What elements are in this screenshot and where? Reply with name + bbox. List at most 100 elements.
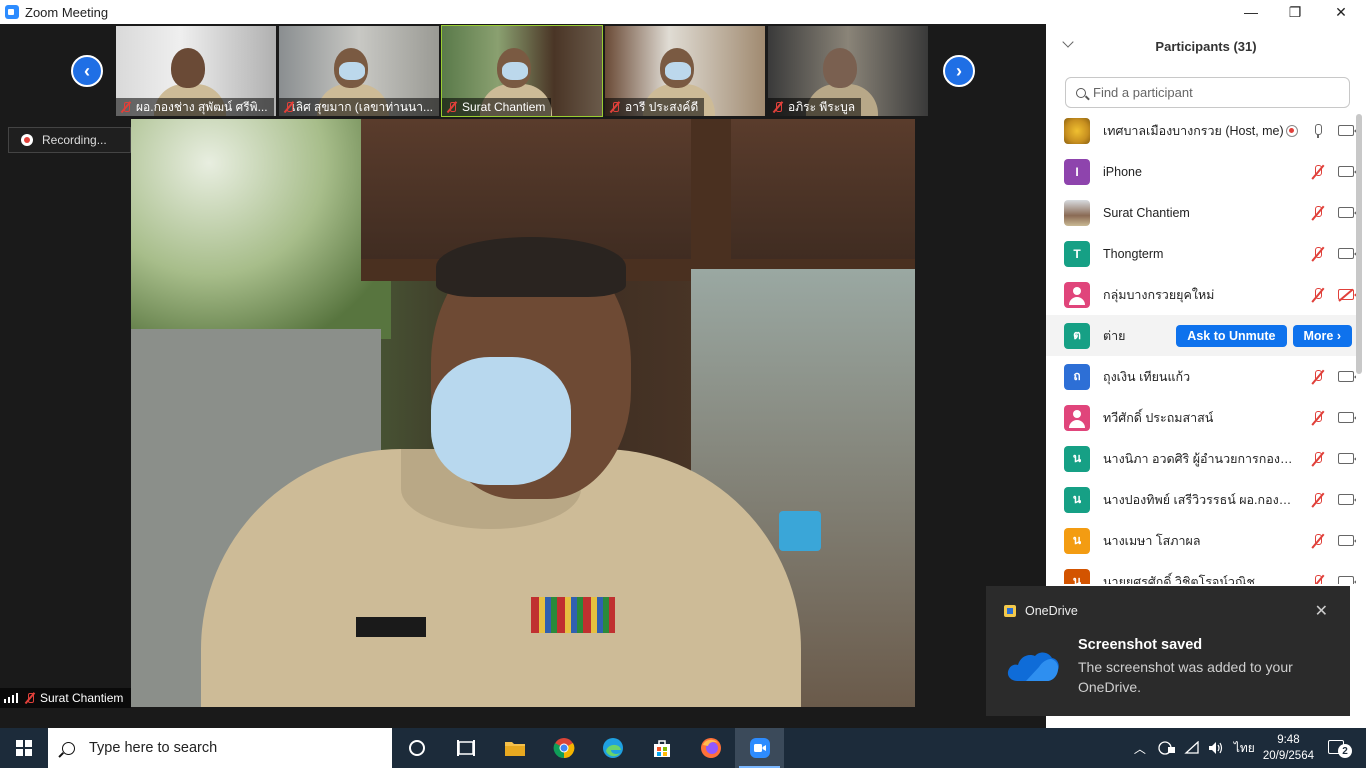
muted-mic-icon[interactable] [1310, 410, 1326, 426]
muted-mic-icon[interactable] [1310, 533, 1326, 549]
meeting-area: ‹ ผอ.กองช่าง สุพัฒน์ ศรีพิ... เลิศ สุขมา… [0, 24, 1046, 728]
maximize-button[interactable]: ❐ [1272, 0, 1318, 24]
participant-list-scrollbar[interactable] [1356, 114, 1362, 374]
action-center-button[interactable]: 2 [1328, 738, 1352, 758]
avatar: I [1064, 158, 1090, 185]
participant-name: ทวีศักดิ์ ประถมสาสน์ [1103, 410, 1214, 425]
start-button[interactable] [0, 728, 48, 768]
file-explorer-button[interactable] [490, 728, 539, 768]
input-language[interactable]: ไทย [1234, 739, 1255, 758]
muted-mic-icon[interactable] [1310, 369, 1326, 385]
show-hidden-icons-chevron-icon[interactable]: ︿ [1134, 740, 1146, 757]
video-camera-icon[interactable] [1338, 207, 1356, 218]
video-thumbnail[interactable]: ผอ.กองช่าง สุพัฒน์ ศรีพิ... [116, 26, 276, 116]
participant-row[interactable]: น นายยศรศักดิ์ วิชิตโรจน์วณิช [1046, 561, 1356, 584]
muted-mic-icon[interactable] [1310, 164, 1326, 180]
task-view-button[interactable] [441, 728, 490, 768]
participant-row[interactable]: ทวีศักดิ์ ประถมสาสน์ [1046, 397, 1356, 438]
clock[interactable]: 9:48 20/9/2564 [1263, 732, 1314, 764]
participant-row[interactable]: Surat Chantiem [1046, 192, 1356, 233]
chrome-icon [553, 738, 574, 759]
participant-row[interactable]: ถ ถุงเงิน เทียนแก้ว [1046, 356, 1356, 397]
onedrive-app-icon [1004, 605, 1016, 617]
taskbar-search[interactable]: Type here to search [48, 728, 392, 768]
participant-row[interactable]: เทศบาลเมืองบางกรวย (Host, me) [1046, 110, 1356, 151]
video-camera-icon[interactable] [1338, 371, 1356, 382]
wifi-icon[interactable] [1184, 741, 1200, 755]
muted-mic-icon[interactable] [1310, 205, 1326, 221]
avatar [1064, 281, 1090, 308]
ask-to-unmute-button[interactable]: Ask to Unmute [1176, 324, 1287, 347]
video-camera-icon[interactable] [1338, 166, 1356, 177]
minimize-button[interactable]: — [1228, 0, 1274, 24]
participant-name: Thongterm [1103, 246, 1164, 261]
recording-indicator[interactable]: Recording... [8, 127, 131, 153]
notification-body: The screenshot was added to your OneDriv… [1078, 659, 1293, 695]
cortana-button[interactable] [392, 728, 441, 768]
firefox-button[interactable] [686, 728, 735, 768]
video-camera-icon[interactable] [1338, 494, 1356, 505]
video-thumbnail[interactable]: อภิระ พีระบูล [768, 26, 928, 116]
video-off-icon[interactable] [1338, 289, 1356, 300]
video-camera-icon[interactable] [1338, 125, 1356, 136]
participant-row[interactable]: กลุ่มบางกรวยยุคใหม่ [1046, 274, 1356, 315]
muted-mic-icon[interactable] [1310, 574, 1326, 584]
zoom-taskbar-button[interactable] [735, 728, 784, 768]
edge-button[interactable] [588, 728, 637, 768]
volume-icon[interactable] [1208, 741, 1224, 755]
signal-strength-icon [4, 693, 18, 703]
participant-name: Surat Chantiem [1103, 205, 1190, 220]
video-camera-icon[interactable] [1338, 412, 1356, 423]
avatar: ถ [1064, 363, 1090, 390]
more-button[interactable]: More › [1292, 324, 1352, 347]
search-icon [1076, 87, 1086, 98]
store-button[interactable] [637, 728, 686, 768]
edge-icon [602, 738, 623, 758]
prev-page-button[interactable]: ‹ [71, 55, 103, 87]
participant-row[interactable]: T Thongterm [1046, 233, 1356, 274]
onedrive-cloud-icon [1007, 652, 1059, 681]
participant-row[interactable]: น นางปองทิพย์ เสรีวิวรรธน์ ผอ.กองสวัส... [1046, 479, 1356, 520]
cortana-icon [408, 740, 425, 756]
video-thumbnail[interactable]: อารี ประสงค์ดี [605, 26, 765, 116]
muted-mic-icon [772, 101, 784, 113]
muted-mic-icon [24, 692, 36, 704]
video-camera-icon[interactable] [1338, 535, 1356, 546]
video-thumbnail-active[interactable]: Surat Chantiem [441, 25, 603, 117]
collapse-chevron-icon[interactable] [1062, 36, 1074, 48]
close-button[interactable]: ✕ [1318, 0, 1364, 24]
onedrive-notification[interactable]: OneDrive ✕ Screenshot saved The screensh… [986, 586, 1350, 716]
notification-count: 2 [1338, 744, 1352, 758]
zoom-app-icon [5, 5, 19, 19]
participant-row[interactable]: น นางนิภา อวดศิริ ผู้อำนวยการกองคลัง [1046, 438, 1356, 479]
muted-mic-icon[interactable] [1310, 287, 1326, 303]
participant-search[interactable] [1065, 77, 1350, 108]
thumbnail-name: อารี ประสงค์ดี [625, 99, 699, 114]
participant-row[interactable]: น นางเมษา โสภาผล [1046, 520, 1356, 561]
avatar: T [1064, 240, 1090, 267]
muted-mic-icon[interactable] [1310, 246, 1326, 262]
search-icon [62, 741, 75, 755]
video-camera-icon[interactable] [1338, 453, 1356, 464]
participant-row[interactable]: I iPhone [1046, 151, 1356, 192]
avatar [1064, 117, 1090, 144]
video-camera-icon[interactable] [1338, 248, 1356, 259]
chrome-button[interactable] [539, 728, 588, 768]
participant-row-hovered[interactable]: ต ต่าย Ask to Unmute More › [1046, 315, 1356, 356]
participant-name: นางเมษา โสภาผล [1103, 533, 1201, 548]
muted-mic-icon[interactable] [1310, 492, 1326, 508]
video-camera-icon[interactable] [1338, 576, 1356, 584]
title-bar: Zoom Meeting — ❐ ✕ [0, 0, 1366, 24]
network-vpn-icon[interactable] [1158, 741, 1176, 755]
notification-close-button[interactable]: ✕ [1315, 601, 1328, 621]
recording-icon [1286, 124, 1298, 137]
avatar: ต [1064, 322, 1090, 349]
participant-name: เทศบาลเมืองบางกรวย (Host, me) [1103, 123, 1284, 138]
muted-mic-icon[interactable] [1310, 451, 1326, 467]
video-thumbnail[interactable]: เลิศ สุขมาก (เลขาท่านนา... [279, 26, 439, 116]
mic-icon[interactable] [1310, 123, 1326, 139]
participant-search-input[interactable] [1093, 85, 1333, 100]
next-page-button[interactable]: › [943, 55, 975, 87]
firefox-icon [700, 738, 721, 758]
taskbar: Type here to search ︿ ไทย 9:48 20/9/2564… [0, 728, 1366, 768]
